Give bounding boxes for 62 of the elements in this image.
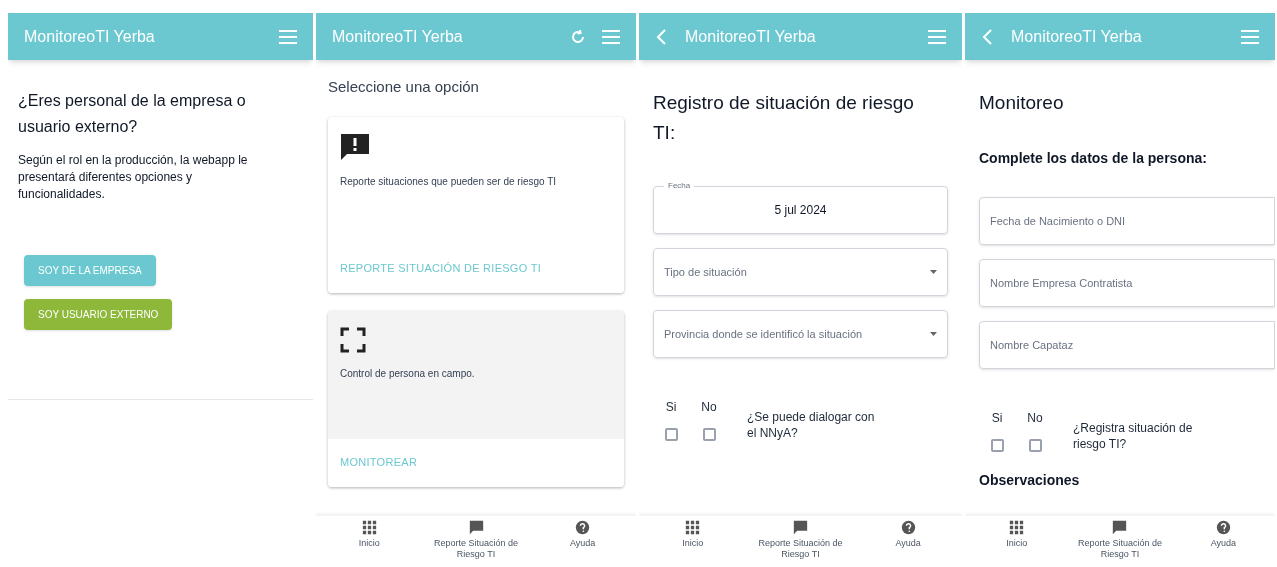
question-heading: ¿Eres personal de la empresa o usuario externo?: [17, 91, 247, 137]
section-heading: Seleccione una opción: [327, 77, 480, 97]
dropdown-icon: [930, 332, 937, 336]
help-icon: [900, 520, 916, 535]
intro-text: Según el rol en la producción, la webapp le presentará diferentes opciones y funcionalidades.: [17, 152, 249, 203]
text-field[interactable]: Fecha de Nacimiento o DNI: [979, 197, 1275, 245]
checkbox[interactable]: [664, 428, 678, 441]
checkbox[interactable]: [702, 428, 716, 441]
speech-bubble-icon: [793, 520, 808, 535]
option-card[interactable]: Control de persona en campo. MONITOREAR: [328, 310, 624, 487]
grid-icon: [685, 520, 701, 535]
checkbox-label: No: [1027, 410, 1043, 427]
form-title: Registro de situación de riesgo TI:: [652, 91, 915, 145]
checkbox-label: No: [701, 399, 717, 416]
nav-item[interactable]: Inicio: [965, 520, 1069, 549]
menu-icon[interactable]: [928, 29, 946, 44]
menu-icon[interactable]: [602, 29, 620, 44]
app-title: MonitoreoTI Yerba: [24, 26, 156, 47]
checkbox[interactable]: [1028, 439, 1042, 452]
nav-item[interactable]: Inicio: [316, 520, 423, 549]
help-icon: [1215, 520, 1231, 535]
card-text: Control de persona en campo.: [340, 366, 476, 381]
app-title: MonitoreoTI Yerba: [332, 26, 464, 47]
select-placeholder: Provincia donde se identificó la situación: [664, 326, 864, 342]
speech-bubble-icon: [468, 520, 484, 535]
focus-frame-icon: [340, 326, 366, 353]
refresh-icon[interactable]: [570, 28, 586, 45]
back-icon[interactable]: [981, 27, 995, 46]
form-subtitle: Complete los datos de la persona:: [978, 149, 1208, 168]
grid-icon: [1009, 520, 1025, 535]
select-field[interactable]: Provincia donde se identificó la situación: [653, 310, 948, 358]
question-text: ¿Registra situación de riesgo TI?: [1073, 420, 1194, 452]
nav-item[interactable]: Reporte Situación de Riesgo TI: [1068, 520, 1172, 560]
nav-item[interactable]: Ayuda: [854, 520, 962, 549]
app-title: MonitoreoTI Yerba: [685, 26, 817, 47]
back-icon[interactable]: [655, 27, 669, 46]
checkbox[interactable]: [990, 439, 1004, 452]
form-title: Monitoreo: [978, 91, 1065, 115]
checkbox-label: Si: [991, 410, 1003, 427]
nav-item[interactable]: Ayuda: [529, 520, 636, 549]
nav-item[interactable]: Inicio: [639, 520, 747, 549]
text-field[interactable]: Nombre Empresa Contratista: [979, 259, 1275, 307]
section-title: Observaciones: [978, 471, 1081, 490]
alert-bubble-icon: [340, 132, 370, 161]
dropdown-icon: [930, 270, 937, 274]
app-title: MonitoreoTI Yerba: [1011, 26, 1143, 47]
select-placeholder: Tipo de situación: [664, 264, 748, 280]
speech-bubble-icon: [1112, 520, 1128, 535]
option-card[interactable]: Reporte situaciones que pueden ser de riesgo TI REPORTE SITUACIÓN DE RIESGO TI: [328, 116, 624, 293]
card-text: Reporte situaciones que pueden ser de riesgo TI: [340, 174, 558, 189]
grid-icon: [361, 520, 377, 535]
menu-icon[interactable]: [1241, 29, 1259, 44]
menu-icon[interactable]: [279, 29, 297, 44]
nav-item[interactable]: Reporte Situación de Riesgo TI: [746, 520, 855, 560]
text-field[interactable]: Nombre Capataz: [979, 321, 1275, 369]
checkbox-label: Si: [665, 399, 677, 416]
question-text: ¿Se puede dialogar con el NNyA?: [747, 409, 876, 441]
field-value: 5 jul 2024: [774, 202, 827, 219]
select-field[interactable]: Tipo de situación: [653, 248, 948, 296]
nav-item[interactable]: Ayuda: [1171, 520, 1275, 549]
nav-item[interactable]: Reporte Situación de Riesgo TI: [422, 520, 530, 560]
help-icon: [575, 520, 591, 535]
